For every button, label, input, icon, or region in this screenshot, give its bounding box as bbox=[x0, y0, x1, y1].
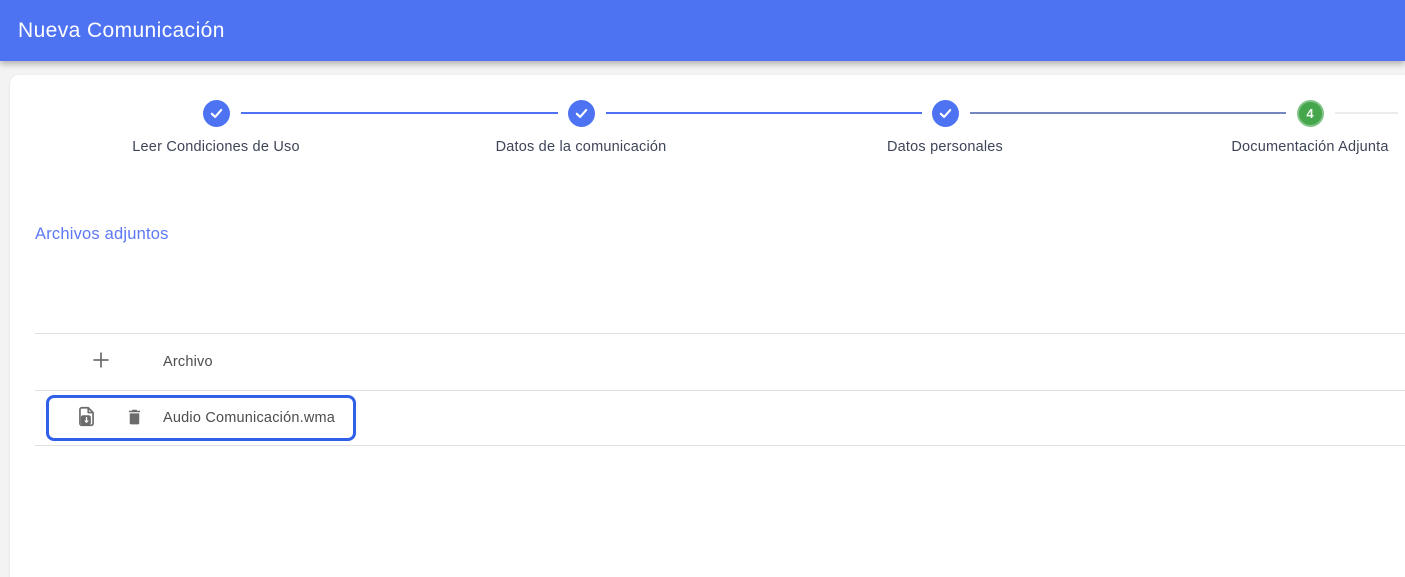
file-download-icon bbox=[76, 406, 97, 430]
column-header-archivo: Archivo bbox=[163, 354, 213, 370]
section-title-archivos-adjuntos: Archivos adjuntos bbox=[35, 225, 169, 244]
add-file-button[interactable] bbox=[86, 347, 116, 377]
attachment-add-row: Archivo bbox=[35, 333, 1405, 390]
step-documentacion-adjunta[interactable]: 4 Documentación Adjunta bbox=[1160, 100, 1405, 155]
trash-icon bbox=[125, 407, 144, 429]
plus-icon bbox=[90, 349, 112, 374]
file-name: Audio Comunicación.wma bbox=[163, 410, 335, 426]
table-divider bbox=[35, 445, 1405, 446]
step-datos-comunicacion[interactable]: Datos de la comunicación bbox=[431, 100, 731, 155]
check-icon bbox=[938, 106, 953, 121]
step-active-badge: 4 bbox=[1297, 100, 1324, 127]
step-datos-personales[interactable]: Datos personales bbox=[795, 100, 1095, 155]
step-label: Datos de la comunicación bbox=[431, 139, 731, 155]
step-label: Leer Condiciones de Uso bbox=[66, 139, 366, 155]
step-label: Datos personales bbox=[795, 139, 1095, 155]
app-bar: Nueva Comunicación bbox=[0, 0, 1405, 61]
step-completed-badge bbox=[568, 100, 595, 127]
delete-file-button[interactable] bbox=[119, 403, 149, 433]
wizard-card: Leer Condiciones de Uso Datos de la comu… bbox=[10, 75, 1405, 577]
step-completed-badge bbox=[203, 100, 230, 127]
check-icon bbox=[209, 106, 224, 121]
step-label: Documentación Adjunta bbox=[1160, 139, 1405, 155]
step-leer-condiciones[interactable]: Leer Condiciones de Uso bbox=[66, 100, 366, 155]
wizard-stepper: Leer Condiciones de Uso Datos de la comu… bbox=[10, 75, 1405, 195]
page-title: Nueva Comunicación bbox=[0, 19, 225, 43]
download-file-button[interactable] bbox=[71, 403, 101, 433]
step-completed-badge bbox=[932, 100, 959, 127]
attachment-file-row[interactable]: Audio Comunicación.wma bbox=[35, 390, 1405, 445]
check-icon bbox=[574, 106, 589, 121]
